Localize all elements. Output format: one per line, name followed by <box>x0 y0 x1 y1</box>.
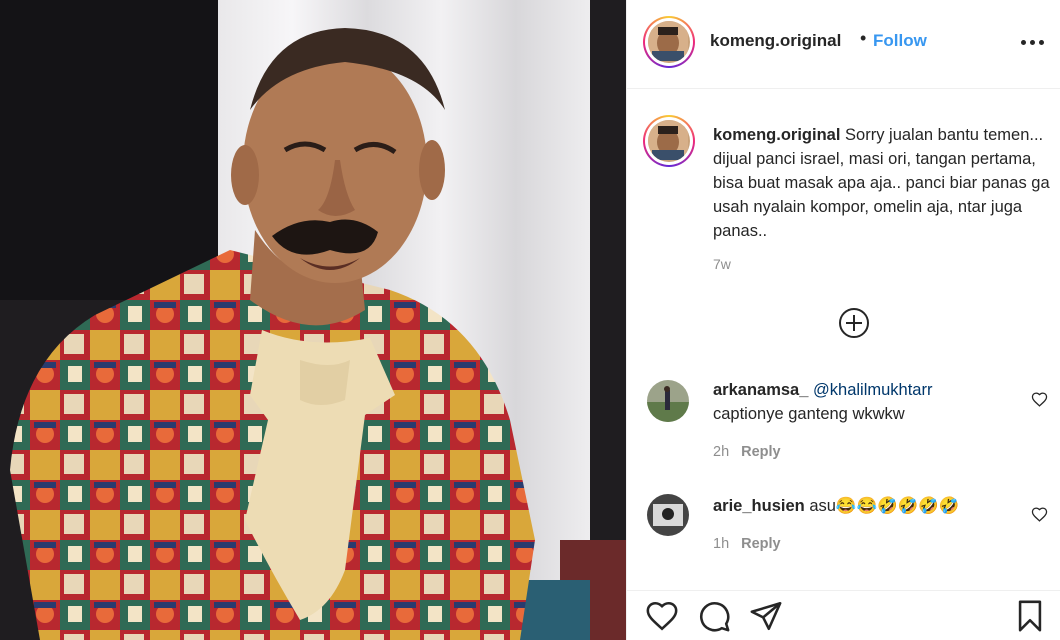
comment-text: asu😂😂🤣🤣🤣🤣 <box>809 497 960 515</box>
like-comment-heart-icon[interactable] <box>1031 506 1048 523</box>
commenter-username[interactable]: arkanamsa_ <box>713 381 808 399</box>
heart-icon[interactable] <box>645 599 679 633</box>
commenter-username[interactable]: arie_husien <box>713 497 805 515</box>
separator-dot: • <box>860 28 867 48</box>
reply-button[interactable]: Reply <box>741 444 781 460</box>
caption-text-block: komeng.original Sorry jualan bantu temen… <box>713 123 1053 243</box>
comment-timestamp[interactable]: 2h <box>713 444 729 460</box>
plus-circle-icon[interactable] <box>838 307 870 339</box>
reply-button[interactable]: Reply <box>741 536 781 552</box>
post-header: komeng.original • Follow <box>627 0 1060 89</box>
post-image <box>0 0 626 640</box>
caption-avatar[interactable] <box>643 115 695 167</box>
follow-button[interactable]: Follow <box>873 31 927 51</box>
like-comment-heart-icon[interactable] <box>1031 391 1048 408</box>
comment-meta: 1h Reply <box>713 536 781 552</box>
author-avatar[interactable] <box>643 16 695 68</box>
caption-timestamp[interactable]: 7w <box>713 256 731 272</box>
comment-icon[interactable] <box>697 599 731 633</box>
comment-mention[interactable]: @khalilmukhtarr <box>813 381 932 399</box>
share-icon[interactable] <box>749 599 783 633</box>
comment-timestamp[interactable]: 1h <box>713 536 729 552</box>
post-action-bar <box>627 590 1060 640</box>
commenter-avatar[interactable] <box>647 380 689 422</box>
post-photo[interactable] <box>0 0 626 640</box>
comment-text: captionye ganteng wkwkw <box>713 405 905 423</box>
author-username[interactable]: komeng.original <box>710 31 841 51</box>
more-options-icon[interactable] <box>1017 28 1047 56</box>
comment-meta: 2h Reply <box>713 444 781 460</box>
caption-username[interactable]: komeng.original <box>713 126 840 144</box>
post-details-panel: komeng.original • Follow komeng.original… <box>626 0 1060 640</box>
commenter-avatar[interactable] <box>647 494 689 536</box>
comment-text-block: arie_husien asu😂😂🤣🤣🤣🤣 <box>713 494 1013 518</box>
comment-text-block: arkanamsa_ @khalilmukhtarr captionye gan… <box>713 378 1013 426</box>
bookmark-icon[interactable] <box>1013 599 1047 633</box>
